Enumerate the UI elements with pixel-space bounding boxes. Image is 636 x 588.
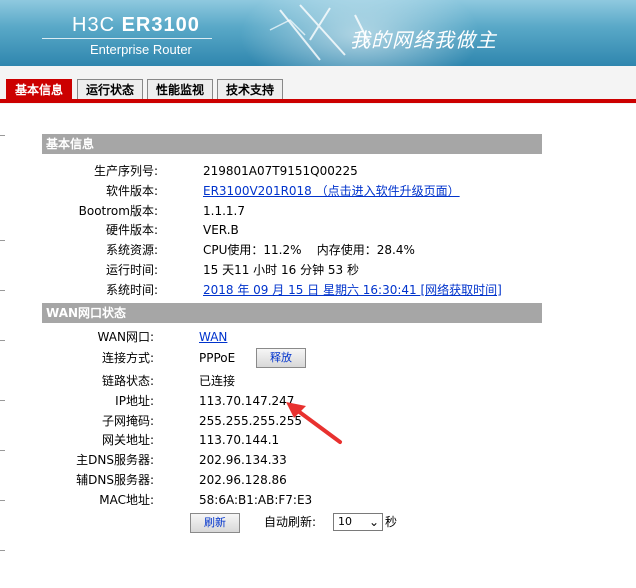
bootrom-label: Bootrom版本: xyxy=(78,204,158,218)
serial-label: 生产序列号: xyxy=(93,164,158,178)
edge-tick xyxy=(0,135,5,136)
bootrom-value: 1.1.1.7 xyxy=(203,204,245,218)
tab-run-status[interactable]: 运行状态 xyxy=(77,79,143,100)
edge-tick xyxy=(0,400,5,401)
tab-underline xyxy=(0,99,636,103)
wan-status-header: WAN网口状态 xyxy=(42,303,542,323)
tab-performance[interactable]: 性能监视 xyxy=(147,79,213,100)
system-resource-value: CPU使用：11.2% 内存使用：28.4% xyxy=(203,243,415,257)
wan-port-label: WAN网口: xyxy=(97,330,154,344)
serial-value: 219801A07T9151Q00225 xyxy=(203,164,358,178)
uptime-value: 15 天11 小时 16 分钟 53 秒 xyxy=(203,263,359,277)
basic-info-header: 基本信息 xyxy=(42,134,542,154)
auto-refresh-select[interactable]: 10 ⌄ xyxy=(333,513,383,531)
connection-type-value: PPPoE xyxy=(199,351,236,365)
tab-bar: 基本信息 运行状态 性能监视 技术支持 xyxy=(0,66,636,104)
edge-tick xyxy=(0,340,5,341)
header-banner: H3C ER3100 Enterprise Router 我的网络我做主 xyxy=(0,0,636,66)
subnet-mask-label: 子网掩码: xyxy=(101,414,154,428)
network-time-link[interactable]: 2018 年 09 月 15 日 星期六 16:30:41 [网络获取时间] xyxy=(203,281,502,299)
auto-refresh-unit: 秒 xyxy=(385,515,398,529)
chevron-down-icon: ⌄ xyxy=(368,515,379,529)
connection-type-label: 连接方式: xyxy=(101,351,154,365)
brand-prefix: H3C xyxy=(72,14,116,36)
system-time-label: 系统时间: xyxy=(105,283,158,297)
system-resource-label: 系统资源: xyxy=(105,243,158,257)
brand-divider xyxy=(42,38,212,39)
software-version-label: 软件版本: xyxy=(105,184,158,198)
gateway-label: 网关地址: xyxy=(101,433,154,447)
annotation-arrow-icon xyxy=(286,402,342,444)
edge-tick xyxy=(0,240,5,241)
secondary-dns-value: 202.96.128.86 xyxy=(199,473,287,487)
auto-refresh-label: 自动刷新: xyxy=(264,515,317,529)
edge-tick xyxy=(0,500,5,501)
edge-tick xyxy=(0,450,5,451)
hardware-version-value: VER.B xyxy=(203,223,239,237)
tab-basic-info[interactable]: 基本信息 xyxy=(6,79,72,101)
brand-title: H3C ER3100 xyxy=(72,14,200,37)
wan-port-link[interactable]: WAN xyxy=(199,328,227,346)
gateway-value: 113.70.144.1 xyxy=(199,433,280,447)
ip-address-label: IP地址: xyxy=(115,394,154,408)
release-button[interactable]: 释放 xyxy=(256,348,306,368)
mac-address-value: 58:6A:B1:AB:F7:E3 xyxy=(199,493,313,507)
brand-subtitle: Enterprise Router xyxy=(90,42,192,57)
tab-tech-support[interactable]: 技术支持 xyxy=(217,79,283,100)
slogan: 我的网络我做主 xyxy=(350,28,497,52)
link-status-value: 已连接 xyxy=(199,374,236,388)
brand-model: ER3100 xyxy=(121,14,200,36)
primary-dns-label: 主DNS服务器: xyxy=(76,453,154,467)
mac-address-label: MAC地址: xyxy=(99,493,154,507)
link-status-label: 链路状态: xyxy=(101,374,154,388)
primary-dns-value: 202.96.134.33 xyxy=(199,453,287,467)
secondary-dns-label: 辅DNS服务器: xyxy=(76,473,154,487)
auto-refresh-value: 10 xyxy=(338,515,352,528)
edge-tick xyxy=(0,550,5,551)
hardware-version-label: 硬件版本: xyxy=(105,223,158,237)
uptime-label: 运行时间: xyxy=(105,263,158,277)
refresh-button[interactable]: 刷新 xyxy=(190,513,240,533)
edge-tick xyxy=(0,290,5,291)
software-upgrade-link[interactable]: ER3100V201R018 （点击进入软件升级页面） xyxy=(203,182,460,200)
